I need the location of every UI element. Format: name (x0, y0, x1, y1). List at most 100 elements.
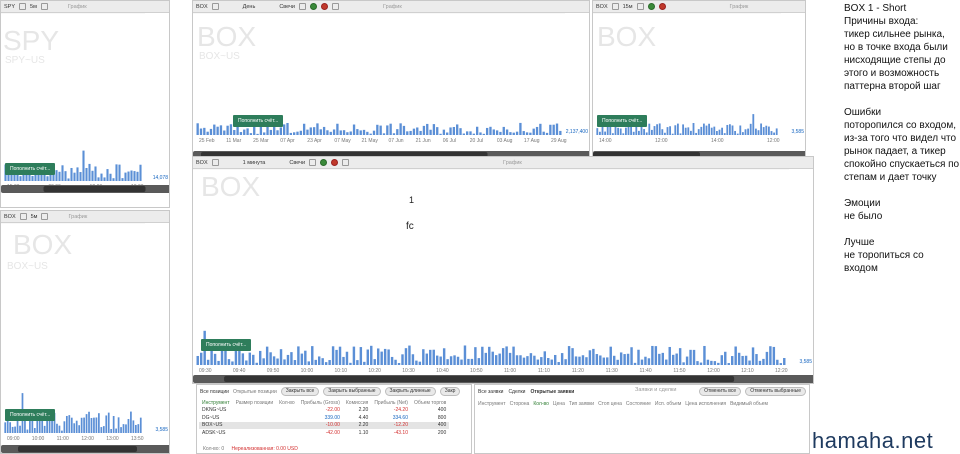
x-tick-label: 11:00 (504, 368, 516, 374)
col-header[interactable]: Кол-во (533, 401, 549, 407)
volume-bar (713, 126, 716, 135)
draw-icon[interactable] (331, 3, 339, 10)
fill-account-button[interactable]: Пополнить счёт... (233, 115, 284, 127)
col-header[interactable]: Видимый объем (730, 401, 768, 407)
col-header[interactable]: Стоп цена (598, 401, 622, 407)
tab-open-orders[interactable]: Открытые заявки (530, 389, 574, 395)
price-plot-box-1m[interactable]: 25.7525.5025.2525.0024.7524.5024.2524.00… (193, 169, 814, 384)
table-row[interactable]: BOX~US -10.00 2.20 -12.20 400 (199, 421, 450, 429)
x-tick-label: 14:00 (711, 138, 724, 144)
volume-bar (139, 417, 142, 433)
ticker-field[interactable]: SPY (4, 4, 15, 10)
col-header[interactable]: Кол-во (276, 399, 298, 407)
cancel-all-button[interactable]: Отменить все (699, 387, 742, 396)
timeframe-select[interactable]: 5м (30, 4, 37, 10)
col-header[interactable]: Цена исполнения (685, 401, 726, 407)
fill-account-button[interactable]: Пополнить счёт... (5, 163, 56, 175)
col-header[interactable]: Исп. объем (655, 401, 681, 407)
col-header[interactable]: Объем торгов (411, 399, 449, 407)
chart-type-select[interactable]: Свечи (289, 160, 305, 166)
notes-errors: Ошибки поторопился со входом, из-за того… (844, 107, 960, 183)
settings-icon[interactable] (19, 3, 27, 10)
fill-account-button[interactable]: Пополнить счёт... (201, 339, 252, 351)
positions-table: Инструмент Размер позиции Кол-во Прибыль… (199, 399, 450, 437)
buy-icon[interactable] (320, 159, 328, 166)
col-header[interactable]: Прибыль (Gross) (298, 399, 343, 407)
timeframe-select[interactable]: 1 минута (243, 160, 266, 166)
tab-open-positions[interactable]: Открытые позиции (233, 389, 277, 395)
col-header[interactable]: Инструмент (478, 401, 506, 407)
volume-bar (762, 358, 765, 365)
close-selected-button[interactable]: Закрыть выбранные (323, 387, 381, 396)
col-header[interactable]: Сторона (510, 401, 530, 407)
volume-bar (297, 346, 300, 365)
close-short-button[interactable]: Закр (439, 387, 461, 396)
col-header[interactable]: Цена (553, 401, 565, 407)
settings-icon[interactable] (19, 213, 27, 220)
indicator-icon[interactable] (636, 3, 644, 10)
fill-account-button[interactable]: Пополнить счёт... (597, 115, 648, 127)
ticker-field[interactable]: BOX (196, 4, 208, 10)
price-label: 25.35 (154, 223, 167, 225)
volume-bar (233, 130, 236, 135)
volume-bar (117, 417, 120, 433)
cancel-selected-button[interactable]: Отменить выбранные (745, 387, 806, 396)
close-all-button[interactable]: Закрыть все (280, 387, 320, 396)
x-tick-label: 11:20 (572, 368, 584, 374)
volume-bar (604, 131, 607, 135)
volume-bar (706, 359, 710, 365)
col-header[interactable]: Прибыль (Net) (371, 399, 411, 407)
buy-icon[interactable] (647, 3, 655, 10)
volume-bar (446, 359, 449, 365)
volume-bar (283, 124, 286, 135)
indicator-icon[interactable] (40, 3, 48, 10)
col-header[interactable]: Размер позиции (233, 399, 277, 407)
ticker-field[interactable]: BOX (596, 4, 608, 10)
panel-toolbar: SPY 5м График (1, 1, 169, 13)
settings-icon[interactable] (211, 159, 219, 166)
volume-bar (529, 353, 533, 365)
col-header[interactable]: Комиссия (343, 399, 371, 407)
table-row[interactable]: DKNG~US -22.00 2.20 -24.20 400 (199, 407, 449, 415)
volume-bar (479, 132, 482, 135)
col-header[interactable]: Тип заявки (569, 401, 594, 407)
tab-all-orders[interactable]: Все заявки (478, 389, 503, 395)
volume-bar (564, 359, 567, 365)
draw-icon[interactable] (342, 159, 350, 166)
ticker-field[interactable]: BOX (196, 160, 208, 166)
table-row[interactable]: ADSK~US -42.00 1.10 -43.10 200 (199, 429, 449, 437)
volume-bar (332, 129, 336, 135)
fill-account-button[interactable]: Пополнить счёт... (5, 409, 56, 421)
cell-net: 334.60 (392, 414, 408, 421)
sell-icon[interactable] (658, 3, 666, 10)
volume-bar (456, 124, 459, 135)
price-plot-box-15m[interactable]: 26.0025.5025.0024.5024.0023.503,58514:00… (593, 13, 806, 160)
scrollbar-thumb (43, 186, 146, 192)
price-plot-box-day[interactable]: 28.0027.0026.0025.0024.0023.0022.0021.00… (193, 13, 590, 160)
volume-bar (390, 356, 394, 365)
timeframe-select[interactable]: 15м (623, 4, 633, 10)
col-header[interactable]: Инструмент (199, 399, 233, 407)
tab-all-positions[interactable]: Все позиции (200, 389, 229, 395)
volume-bar (376, 124, 379, 135)
buy-icon[interactable] (309, 3, 317, 10)
indicator-icon[interactable] (309, 159, 317, 166)
x-tick-label: 17 Aug (524, 138, 540, 144)
col-header[interactable]: Состояние (626, 401, 651, 407)
sell-icon[interactable] (320, 3, 328, 10)
indicator-icon[interactable] (298, 3, 306, 10)
volume-bar (653, 126, 656, 135)
settings-icon[interactable] (211, 3, 219, 10)
timeframe-select[interactable]: День (243, 4, 256, 10)
panel-title: График (382, 3, 402, 10)
volume-bar (718, 129, 721, 135)
indicator-icon[interactable] (41, 213, 49, 220)
tab-trades[interactable]: Сделки (508, 389, 525, 395)
chart-type-select[interactable]: Свечи (279, 4, 295, 10)
ticker-field[interactable]: BOX (4, 214, 16, 220)
close-long-button[interactable]: Закрыть длинные (384, 387, 436, 396)
table-row[interactable]: DG~US 339.00 4.40 334.60 800 (199, 414, 449, 422)
settings-icon[interactable] (611, 3, 619, 10)
timeframe-select[interactable]: 5м (31, 214, 38, 220)
sell-icon[interactable] (331, 159, 339, 166)
